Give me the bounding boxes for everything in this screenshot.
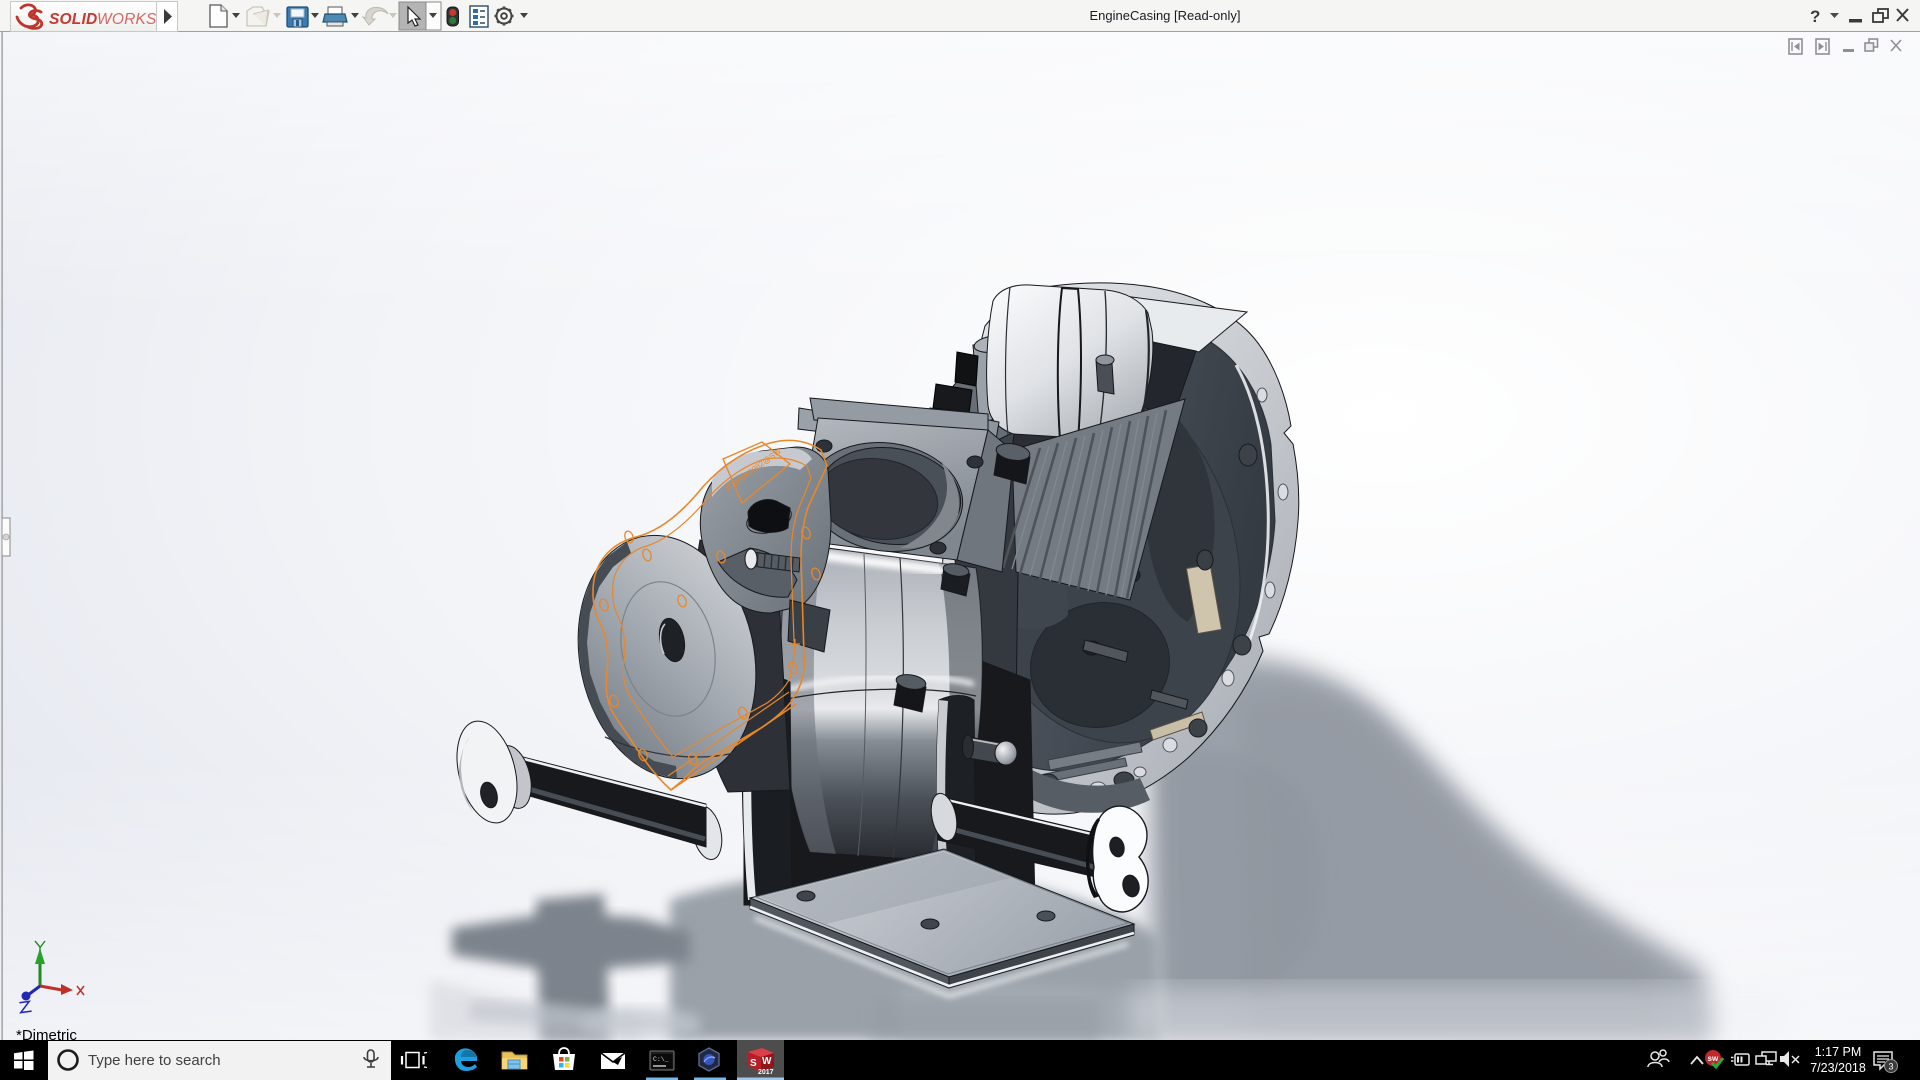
svg-text:3: 3 <box>1889 1062 1894 1072</box>
svg-text:S: S <box>750 1058 757 1069</box>
svg-text:2017: 2017 <box>758 1069 774 1076</box>
svg-text:C:\_: C:\_ <box>653 1056 669 1063</box>
svg-text:W: W <box>762 1056 772 1067</box>
svg-text:?: ? <box>1810 7 1820 26</box>
svg-text:sw: sw <box>1708 1054 1719 1063</box>
